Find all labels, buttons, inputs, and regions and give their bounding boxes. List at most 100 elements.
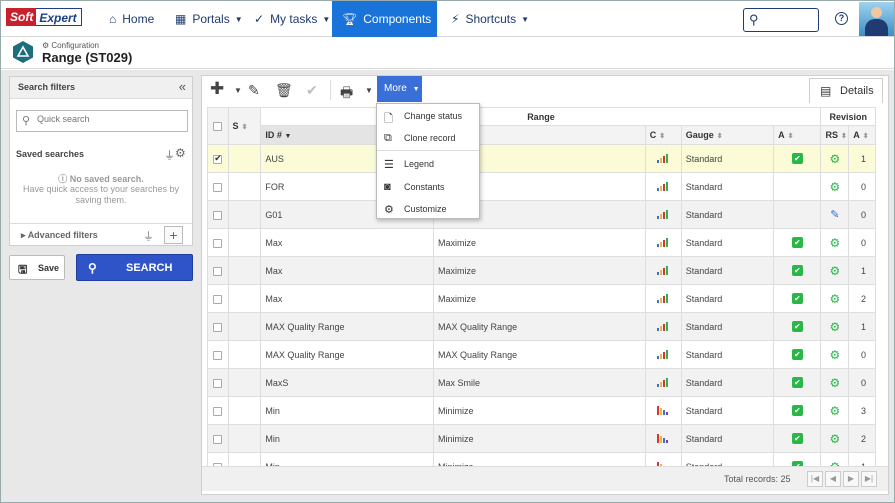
row-checkbox[interactable] bbox=[213, 266, 223, 276]
menu-item-constants[interactable]: ◙ Constants bbox=[377, 176, 479, 198]
column-header-s[interactable]: S ⬍ bbox=[227, 107, 262, 145]
chevron-down-icon: ▼ bbox=[412, 86, 420, 93]
save-button[interactable]: 🖫 Save bbox=[9, 255, 65, 280]
checkmark-icon[interactable]: ✔ bbox=[306, 82, 318, 99]
row-checkbox[interactable] bbox=[213, 153, 223, 164]
menu-item-change-status[interactable]: 🗋 Change status bbox=[377, 105, 479, 127]
gear-icon: ⚙ bbox=[384, 204, 394, 216]
print-icon[interactable]: 🖶 bbox=[340, 82, 353, 106]
row-select-cell[interactable] bbox=[207, 144, 229, 173]
row-checkbox[interactable] bbox=[213, 322, 223, 332]
nav-components[interactable]: 🏆︎ Components ▼ bbox=[332, 1, 444, 37]
quick-search-field[interactable]: ⚲ bbox=[16, 110, 188, 132]
table-row[interactable]: G01 Standard ✎ 0 bbox=[207, 200, 876, 229]
global-search-input[interactable]: ⚲ bbox=[743, 8, 819, 32]
row-select-cell[interactable] bbox=[207, 396, 229, 425]
nav-shortcuts[interactable]: ⚡︎ Shortcuts ▼ bbox=[451, 1, 529, 37]
page-title: Range (ST029) bbox=[42, 50, 133, 65]
row-status-cell bbox=[227, 340, 262, 369]
select-all-checkbox[interactable] bbox=[213, 122, 223, 132]
delete-trash-icon[interactable]: 🗑︎ bbox=[275, 82, 293, 99]
chevron-down-icon[interactable]: ▼ bbox=[365, 86, 373, 95]
sort-icon: ⬍ bbox=[862, 133, 869, 140]
table-row[interactable]: MAX Quality Range MAX Quality Range Standa… bbox=[207, 340, 876, 369]
menu-item-customize[interactable]: ⚙ Customize bbox=[377, 198, 479, 220]
advanced-filters[interactable]: ▸ Advanced filters ⏚ + bbox=[10, 223, 192, 246]
next-page-button[interactable]: ▶ bbox=[843, 471, 859, 487]
row-checkbox[interactable] bbox=[213, 350, 223, 360]
row-revision: 2 bbox=[848, 424, 876, 453]
row-select-cell[interactable] bbox=[207, 284, 229, 313]
edit-pencil-icon[interactable]: ✎ bbox=[248, 82, 260, 99]
table-row[interactable]: Max Maximize Standard ✔ ⚙ 0 bbox=[207, 228, 876, 257]
column-header-a2[interactable]: A ⬍ bbox=[848, 125, 876, 145]
row-checkbox[interactable] bbox=[213, 294, 223, 304]
menu-item-clone-record[interactable]: ⧉ Clone record bbox=[377, 127, 479, 149]
line-chart-icon bbox=[656, 292, 670, 303]
gear-icon: ⚙ bbox=[829, 319, 841, 334]
advanced-filters-label: ▸ Advanced filters bbox=[21, 230, 98, 240]
table-row[interactable]: MAX Quality Range MAX Quality Range Standa… bbox=[207, 312, 876, 341]
row-select-cell[interactable] bbox=[207, 256, 229, 285]
row-checkbox[interactable] bbox=[213, 210, 223, 220]
chevron-down-icon[interactable]: ▼ bbox=[234, 86, 242, 95]
row-checkbox[interactable] bbox=[213, 238, 223, 248]
softexpert-logo[interactable]: Soft Expert bbox=[6, 8, 82, 26]
row-rs-cell: ⚙ bbox=[820, 340, 850, 369]
nav-my-tasks[interactable]: ✓ My tasks ▼ bbox=[254, 1, 330, 37]
row-rs-cell: ⚙ bbox=[820, 172, 850, 201]
gear-icon[interactable]: ⚙ bbox=[175, 146, 186, 160]
column-header-a[interactable]: A ⬍ bbox=[773, 125, 822, 145]
column-header-gauge[interactable]: Gauge ⬍ bbox=[680, 125, 775, 145]
search-button[interactable]: ⚲ SEARCH bbox=[76, 254, 193, 281]
nav-home-label: Home bbox=[122, 12, 155, 26]
menu-item-legend[interactable]: ☰ Legend bbox=[377, 153, 479, 175]
collapse-icon[interactable]: « bbox=[179, 79, 186, 94]
row-select-cell[interactable] bbox=[207, 172, 229, 201]
search-filters-panel: Search filters « ⚲ Saved searches ⏚ ⚙ ⓘ … bbox=[9, 76, 193, 246]
table-row[interactable]: FOR Standard ⚙ 0 bbox=[207, 172, 876, 201]
broom-icon[interactable]: ⏚ bbox=[164, 147, 175, 163]
gear-icon: ⚙ bbox=[829, 403, 841, 418]
row-checkbox[interactable] bbox=[213, 378, 223, 388]
first-page-button[interactable]: |◀ bbox=[807, 471, 823, 487]
help-icon[interactable]: ? bbox=[835, 12, 848, 25]
column-header-rs[interactable]: RS ⬍ bbox=[820, 125, 850, 145]
row-select-cell[interactable] bbox=[207, 312, 229, 341]
table-row[interactable]: Min Minimize Standard ✔ ⚙ 2 bbox=[207, 424, 876, 453]
table-row[interactable]: AUSStandard✔⚙1 bbox=[207, 144, 876, 173]
previous-page-button[interactable]: ◀ bbox=[825, 471, 841, 487]
last-page-button[interactable]: ▶| bbox=[861, 471, 877, 487]
table-row[interactable]: Max Maximize Standard ✔ ⚙ 1 bbox=[207, 256, 876, 285]
user-avatar[interactable] bbox=[859, 2, 894, 36]
nav-portals[interactable]: ▦ Portals ▼ bbox=[175, 1, 243, 37]
broom-icon[interactable]: ⏚ bbox=[143, 228, 154, 244]
row-checkbox[interactable] bbox=[213, 182, 223, 192]
row-select-cell[interactable] bbox=[207, 340, 229, 369]
details-tab[interactable]: ▤ Details bbox=[809, 78, 883, 103]
table-group-header: S ⬍ Range Revision bbox=[207, 107, 876, 145]
select-all-checkbox-cell[interactable] bbox=[207, 107, 229, 145]
search-button-label: SEARCH bbox=[126, 262, 173, 274]
breadcrumb[interactable]: ⚙ Configuration bbox=[42, 41, 99, 50]
column-rs-label: RS bbox=[825, 130, 838, 140]
menu-item-label: Change status bbox=[404, 111, 463, 121]
table-row[interactable]: MaxS Max Smile Standard ✔ ⚙ 0 bbox=[207, 368, 876, 397]
row-select-cell[interactable] bbox=[207, 368, 229, 397]
table-row[interactable]: Max Maximize Standard ✔ ⚙ 2 bbox=[207, 284, 876, 313]
more-button[interactable]: More ▼ bbox=[377, 76, 422, 102]
row-select-cell[interactable] bbox=[207, 424, 229, 453]
row-active-cell: ✔ bbox=[773, 312, 822, 341]
home-icon: ⌂ bbox=[109, 12, 117, 26]
row-checkbox[interactable] bbox=[213, 406, 223, 416]
nav-home[interactable]: ⌂ Home bbox=[109, 1, 154, 37]
quick-search-input[interactable] bbox=[37, 114, 182, 124]
table-row[interactable]: Min Minimize Standard ✔ ⚙ 3 bbox=[207, 396, 876, 425]
row-select-cell[interactable] bbox=[207, 200, 229, 229]
row-checkbox[interactable] bbox=[213, 434, 223, 444]
add-icon[interactable]: ✚ bbox=[210, 79, 224, 99]
add-filter-button[interactable]: + bbox=[164, 226, 183, 244]
toolbar: ✚ ▼ ✎ 🗑︎ ✔ 🖶 ▼ bbox=[202, 76, 802, 103]
column-header-c[interactable]: C ⬍ bbox=[644, 125, 682, 145]
row-select-cell[interactable] bbox=[207, 228, 229, 257]
